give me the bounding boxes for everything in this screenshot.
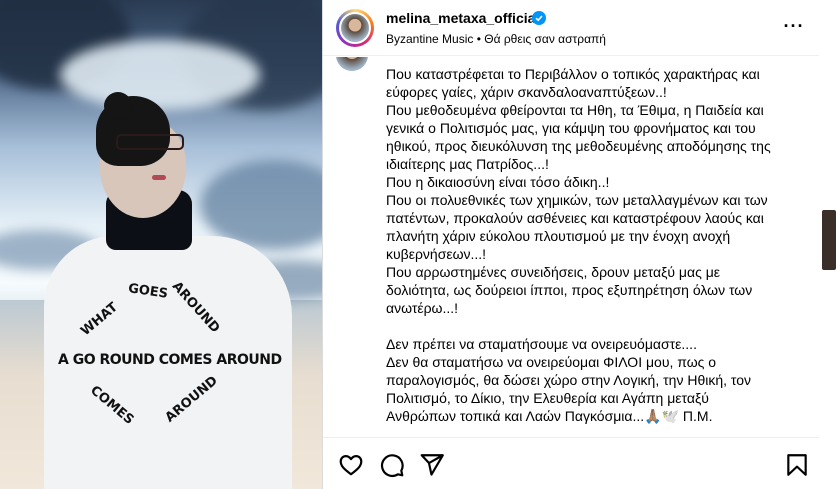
comment-icon[interactable]	[379, 452, 405, 478]
username-link[interactable]: melina_metaxa_official	[386, 10, 539, 26]
post-image[interactable]: GOES WHAT AROUND A GO ROUND COMES AROUND…	[0, 0, 322, 489]
caption-line: ανωτέρω...!	[386, 300, 459, 316]
avatar[interactable]	[336, 9, 374, 47]
cloud	[60, 40, 260, 110]
caption-line: Που καταστρέφεται το Περιβάλλον ο τοπικό…	[386, 66, 760, 82]
caption-line: Που οι πολυεθνικές των χημικών, των μετα…	[386, 192, 768, 208]
heart-icon[interactable]	[338, 452, 364, 478]
glasses	[116, 134, 184, 150]
post-panel: melina_metaxa_official Byzantine Music •…	[322, 0, 836, 489]
caption-line: Που μεθοδευμένα φθείρονται τα Ηθη, τα Έθ…	[386, 102, 764, 118]
action-bar	[323, 437, 820, 489]
caption-line: πλανήτη χάριν εύκολου πλουτισμού με την …	[386, 228, 731, 244]
caption-line: Δεν πρέπει να σταματήσουμε να ονειρευόμα…	[386, 336, 697, 352]
caption-line: πατέντων, προκαλούν ασθένειες και καταστ…	[386, 210, 764, 226]
caption-line: Πολιτισμό, το Δίκιο, την Ελευθερία και Α…	[386, 390, 709, 406]
caption-line: κυβερνήσεων...!	[386, 246, 487, 262]
caption-line: ιδιαίτερης μας Πατρίδος...!	[386, 156, 549, 172]
caption-line: εύφορες γαίες, χάριν σκανδαλοαναπτύξεων.…	[386, 84, 667, 100]
verified-badge-icon	[532, 11, 546, 25]
caption-line: ηθικού, προς διευκόλυνση της μεθοδευμένη…	[386, 138, 771, 154]
caption-avatar[interactable]	[336, 57, 368, 71]
caption-text: Που καταστρέφεται το Περιβάλλον ο τοπικό…	[386, 65, 806, 425]
shirt-word: A GO ROUND COMES AROUND	[58, 352, 282, 368]
caption-line: Που αρρωστημένες συνειδήσεις, δρουν μετα…	[386, 264, 721, 280]
caption-line: Που η δικαιοσύνη είναι τόσο άδικη..!	[386, 174, 610, 190]
hair-bun	[104, 92, 132, 120]
caption-line: Ανθρώπων τοπικά και Λαών Παγκόσμια...🙏🏽🕊…	[386, 408, 713, 424]
post-header: melina_metaxa_official Byzantine Music •…	[323, 0, 820, 56]
caption-area: Που καταστρέφεται το Περιβάλλον ο τοπικό…	[323, 57, 820, 437]
caption-line: παραλογισμός, θα δώσει χώρο στην Λογική,…	[386, 372, 752, 388]
bookmark-icon[interactable]	[784, 452, 810, 478]
lips	[152, 175, 166, 180]
caption-line	[386, 317, 806, 335]
caption-line: γενικά ο Πολιτισμός μας, για κάμψη του φ…	[386, 120, 756, 136]
caption-line: δολιότητα, ως δούρειοι ίπποι, προς εξυπη…	[386, 282, 753, 298]
audio-subtitle-link[interactable]: Byzantine Music • Θά ρθεις σαν αστραπή	[386, 32, 606, 46]
share-icon[interactable]	[419, 452, 445, 478]
caption-line: Δεν θα σταματήσω να ονειρεύομαι ΦΙΛΟΙ μο…	[386, 354, 717, 370]
next-post-peek[interactable]	[819, 0, 836, 489]
more-options-icon[interactable]: ···	[782, 16, 806, 40]
